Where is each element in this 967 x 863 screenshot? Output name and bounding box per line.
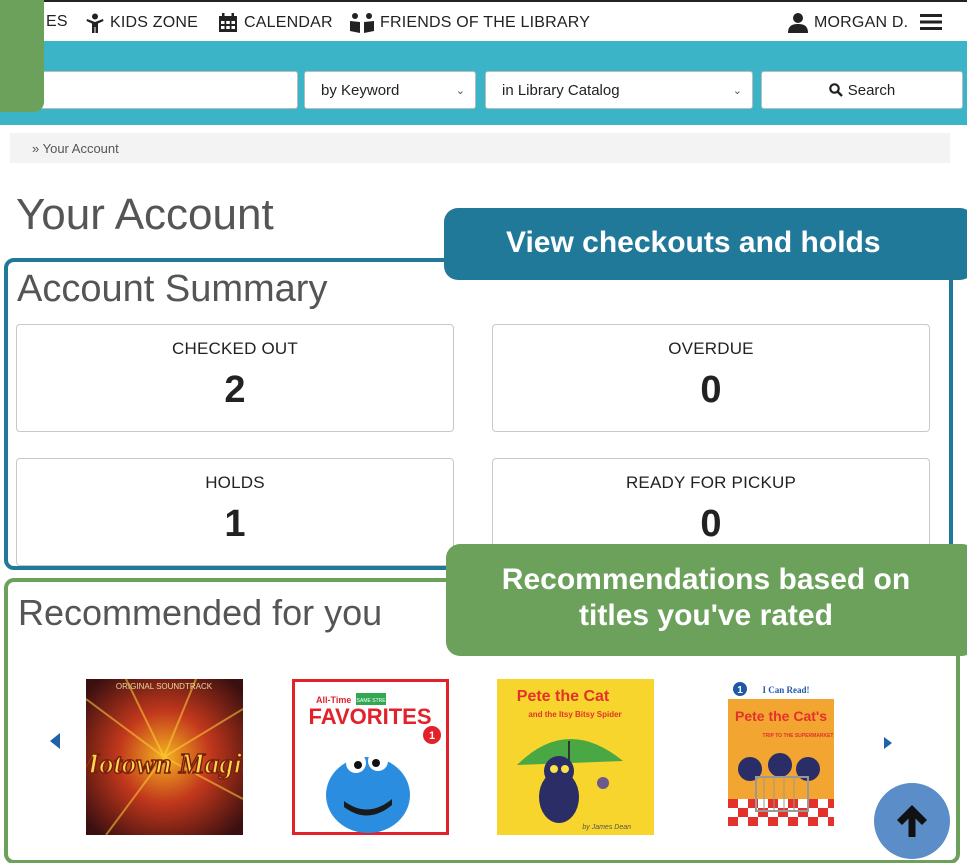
cover-author: by James Dean [582, 824, 631, 831]
search-type-select[interactable]: by Keyword ⌄ [304, 71, 476, 109]
top-nav: ES KIDS ZONE CALENDAR FRIENDS OF THE LIB… [0, 0, 967, 41]
chevron-down-icon: ⌄ [455, 85, 465, 97]
cover-title: FAVORITES [308, 704, 431, 729]
cover-banner: ORIGINAL SOUNDTRACK [116, 682, 213, 691]
search-scope-value: in Library Catalog [502, 82, 620, 99]
callout-checkouts: View checkouts and holds [444, 208, 967, 280]
cover-subtitle: TRIP TO THE SUPERMARKET [763, 733, 834, 739]
cover-title: Pete the Cat [517, 688, 610, 705]
breadcrumb: » Your Account [10, 133, 950, 163]
cover-subtitle: and the Itsy Bitsy Spider [528, 710, 621, 719]
search-scope-select[interactable]: in Library Catalog ⌄ [485, 71, 753, 109]
callout-recommendations-line2: titles you've rated [579, 599, 833, 632]
cover-motown-magic[interactable]: ORIGINAL SOUNDTRACK Motown Magic [86, 679, 243, 835]
hamburger-icon [920, 14, 942, 30]
cover-number: 1 [429, 730, 435, 742]
callout-top-left [0, 0, 44, 112]
reading-people-icon [350, 13, 374, 33]
stat-value: 0 [700, 369, 722, 411]
cover-all-time-favorites[interactable]: All-Time SESAME STREET FAVORITES 1 [292, 679, 449, 835]
stat-label: OVERDUE [668, 339, 754, 358]
back-to-top-button[interactable] [874, 783, 950, 859]
user-name: MORGAN D. [814, 14, 909, 31]
stat-label: READY FOR PICKUP [625, 473, 797, 492]
page-title: Your Account [16, 190, 274, 239]
cover-pete-the-cat-spider[interactable]: Pete the Cat and the Itsy Bitsy Spider b… [497, 679, 654, 835]
cover-title: Motown Magic [86, 748, 243, 780]
nav-item-kids-zone[interactable]: KIDS ZONE [86, 13, 198, 33]
nav-item-partial[interactable]: ES [46, 13, 68, 31]
cover-level: 1 [737, 685, 743, 696]
cover-pete-the-cat-supermarket[interactable]: 1 I Can Read! Pete the Cat's TRIP TO THE… [728, 679, 834, 835]
calendar-icon [219, 13, 237, 32]
search-bar: by Keyword ⌄ in Library Catalog ⌄ Search [0, 41, 967, 125]
cover-title: Pete the Cat's [735, 708, 827, 724]
magnifier-icon [828, 83, 843, 97]
carousel-next-arrow[interactable] [884, 737, 892, 749]
search-button-label: Search [847, 81, 896, 99]
stat-overdue[interactable]: OVERDUE 0 [492, 324, 930, 432]
search-type-value: by Keyword [321, 82, 400, 99]
menu-button[interactable] [920, 11, 942, 31]
child-icon [86, 13, 104, 33]
stat-label: CHECKED OUT [172, 339, 298, 358]
chevron-down-icon: ⌄ [732, 85, 742, 97]
carousel-prev-arrow[interactable] [50, 733, 60, 749]
stat-value: 2 [224, 369, 246, 411]
stat-holds[interactable]: HOLDS 1 [16, 458, 454, 566]
nav-item-calendar[interactable]: CALENDAR [218, 13, 333, 33]
nav-item-calendar-label: CALENDAR [244, 14, 333, 31]
recommended-title: Recommended for you [18, 592, 383, 633]
stat-label: HOLDS [205, 473, 265, 492]
stat-value: 0 [700, 503, 722, 545]
nav-item-partial-label: ES [46, 13, 68, 30]
search-input[interactable] [0, 71, 298, 109]
nav-item-kids-zone-label: KIDS ZONE [110, 14, 199, 31]
stat-value: 1 [224, 503, 246, 545]
arrow-up-icon [897, 805, 927, 837]
cover-series: I Can Read! [762, 685, 809, 695]
nav-item-friends-label: FRIENDS OF THE LIBRARY [380, 14, 591, 31]
user-icon [788, 13, 808, 33]
callout-recommendations-line1: Recommendations based on [501, 563, 911, 596]
nav-item-friends[interactable]: FRIENDS OF THE LIBRARY [350, 13, 590, 33]
search-button[interactable]: Search [761, 71, 963, 109]
account-summary-title: Account Summary [17, 268, 328, 310]
stat-checked-out[interactable]: CHECKED OUT 2 [16, 324, 454, 432]
callout-recommendations: Recommendations based on titles you've r… [446, 544, 967, 656]
account-menu[interactable]: MORGAN D. [788, 13, 908, 33]
